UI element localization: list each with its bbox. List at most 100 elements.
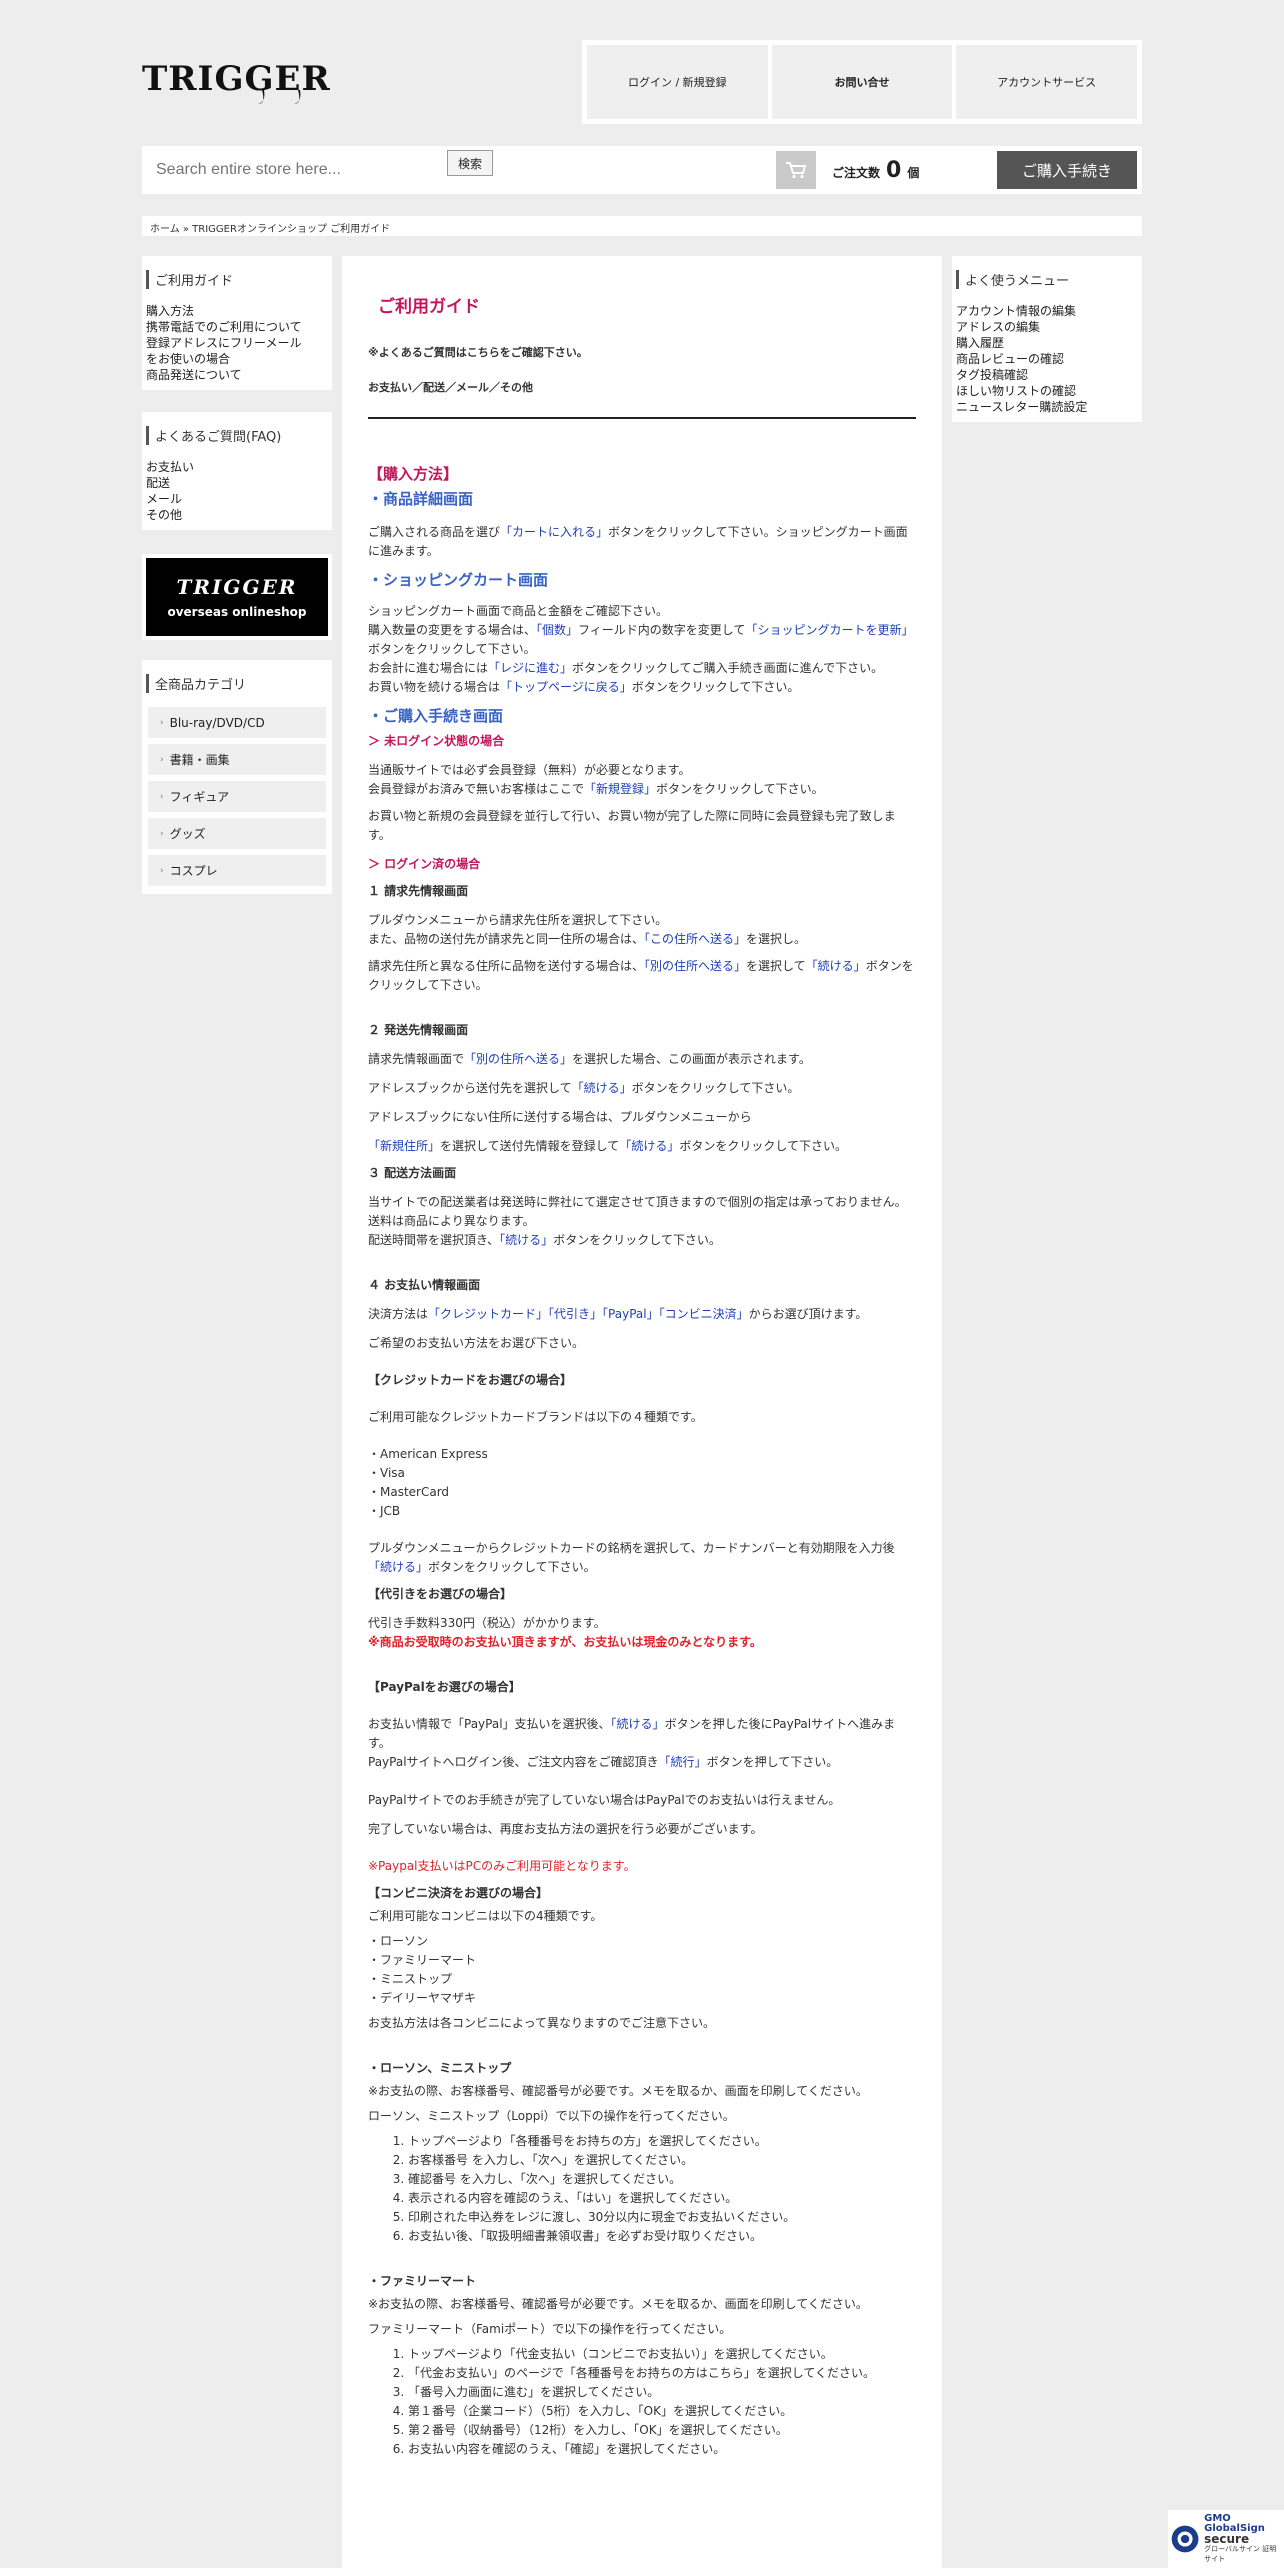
paragraph: 代引き手数料330円（税込）がかかります。 [368, 1616, 606, 1630]
inline-link[interactable]: 「PayPal」 [602, 1307, 659, 1321]
inline-link[interactable]: 「ショッピングカートを更新」 [745, 623, 913, 637]
quick-menu-link[interactable]: アドレスの編集 [956, 319, 1142, 335]
step-heading: ４ お支払い情報画面 [368, 1278, 481, 1292]
category-item[interactable]: › Blu-ray/DVD/CD [148, 707, 326, 738]
cart-icon[interactable] [776, 151, 816, 189]
account-service-button[interactable]: アカウントサービス [956, 45, 1138, 119]
inline-link[interactable]: 「代引き」 [548, 1307, 602, 1321]
inline-link[interactable]: 「続ける」 [572, 1081, 632, 1095]
list-item: 確認番号 を入力し、「次へ」を選択してください。 [408, 2170, 916, 2189]
list-item: お客様番号 を入力し、「次へ」を選択してください。 [408, 2151, 916, 2170]
category-item[interactable]: › コスプレ [148, 855, 326, 886]
step-heading: ２ 発送先情報画面 [368, 1023, 469, 1037]
globalsign-seal[interactable]: GMO GlobalSign secure グローバルサイン 証明サイト [1168, 2510, 1284, 2568]
inline-link[interactable]: 「続行」 [659, 1755, 707, 1769]
list-item: ・American Express [368, 1447, 488, 1461]
payment-heading: 【コンビニ決済をお選びの場合】 [368, 1886, 549, 1900]
seal-caption: グローバルサイン 証明サイト [1204, 2545, 1277, 2563]
quick-menu-link[interactable]: ニュースレター購読設定 [956, 399, 1142, 415]
inline-link[interactable]: 「個数」 [536, 623, 578, 637]
quick-menu-link[interactable]: ほしい物リストの確認 [956, 383, 1142, 399]
chevron-right-icon: › [160, 754, 164, 765]
cash-only-notice: ※商品お受取時のお支払い頂きますが、お支払いは現金のみとなります。 [368, 1635, 762, 1649]
faq-box: よくあるご質問(FAQ) お支払い 配送 メール その他 [142, 412, 332, 530]
guide-link[interactable]: 商品発送について [146, 367, 332, 383]
category-box: 全商品カテゴリ › Blu-ray/DVD/CD › 書籍・画集 › フィギュア › グ… [142, 660, 332, 894]
paragraph: 決済方法は「クレジットカード」「代引き」「PayPal」「コンビニ決済」からお選… [368, 1307, 868, 1321]
inline-link[interactable]: 「続ける」 [611, 1717, 665, 1731]
category-item[interactable]: › グッズ [148, 818, 326, 849]
chevron-right-icon: › [160, 828, 164, 839]
inline-link[interactable]: 「カートに入れる」 [500, 525, 608, 539]
store-heading: ・ローソン、ミニストップ [368, 2061, 512, 2075]
paragraph: ファミリーマート（Famiポート）で以下の操作を行ってください。 [368, 2322, 732, 2336]
faq-categories[interactable]: お支払い／配送／メール／その他 [368, 378, 916, 397]
checkout-button[interactable]: ご購入手続き [997, 151, 1137, 189]
site-logo[interactable]: TRIGGER [142, 59, 374, 106]
inline-link[interactable]: 「続ける」 [499, 1233, 553, 1247]
quick-menu-link[interactable]: 購入履歴 [956, 335, 1142, 351]
faq-note[interactable]: ※よくあるご質問はこちらをご確認下さい。 [368, 343, 916, 362]
overseas-banner[interactable]: TRIGGER overseas onlineshop [142, 554, 332, 640]
inline-link[interactable]: 「クレジットカード」 [428, 1307, 548, 1321]
sub-heading: ＞ 未ログイン状態の場合 [368, 734, 505, 748]
guide-link[interactable]: 登録アドレスにフリーメール [146, 335, 332, 351]
inline-link[interactable]: 「別の住所へ送る」 [464, 1052, 572, 1066]
card-brand-list: ・American Express ・Visa ・MasterCard ・JCB [368, 1445, 916, 1521]
category-item[interactable]: › フィギュア [148, 781, 326, 812]
paragraph: ご利用可能なコンビニは以下の4種類です。 [368, 1909, 603, 1923]
breadcrumb: ホーム » TRIGGERオンラインショップ ご利用ガイド [142, 216, 1142, 236]
cart-count-label: ご注文数 [832, 166, 881, 180]
faq-link[interactable]: お支払い [146, 459, 332, 475]
list-item: 第２番号（収納番号）（12桁）を入力し、「OK」を選択してください。 [408, 2421, 916, 2440]
inline-link[interactable]: 「レジに進む」 [488, 661, 572, 675]
inline-link[interactable]: 「この住所へ送る」 [644, 932, 746, 946]
inline-link[interactable]: 「続ける」 [368, 1560, 428, 1574]
paragraph: PayPalサイトでのお手続きが完了していない場合はPayPalでのお支払いは行… [368, 1793, 841, 1807]
lawson-steps: トップページより「各種番号をお持ちの方」を選択してください。 お客様番号 を入力… [368, 2132, 916, 2246]
store-heading: ・ファミリーマート [368, 2274, 477, 2288]
inline-link[interactable]: 「トップページに戻る」 [500, 680, 632, 694]
quick-menu-link[interactable]: 商品レビューの確認 [956, 351, 1142, 367]
faq-link[interactable]: 配送 [146, 475, 332, 491]
paragraph: プルダウンメニューからクレジットカードの銘柄を選択して、カードナンバーと有効期限… [368, 1541, 895, 1574]
payment-heading: 【PayPalをお選びの場合】 [368, 1680, 521, 1694]
paragraph: ※お支払の際、お客様番号、確認番号が必要です。メモを取るか、画面を印刷してくださ… [368, 2084, 868, 2098]
inline-link[interactable]: 「別の住所へ送る」 [644, 959, 746, 973]
faq-link[interactable]: メール [146, 491, 332, 507]
quick-menu-link[interactable]: アカウント情報の編集 [956, 303, 1142, 319]
step-heading: ３ 配送方法画面 [368, 1166, 457, 1180]
guide-link[interactable]: 携帯電話でのご利用について [146, 319, 332, 335]
login-register-button[interactable]: ログイン / 新規登録 [587, 45, 768, 119]
top-navigation: ログイン / 新規登録 お問い合せ アカウントサービス [582, 40, 1142, 124]
inline-link[interactable]: 「新規住所」 [368, 1139, 440, 1153]
inline-link[interactable]: 「新規登録」 [584, 782, 656, 796]
cart-count: ご注文数 0 個 [832, 158, 919, 183]
paragraph: ショッピングカート画面で商品と金額をご確認下さい。 購入数量の変更をする場合は、… [368, 604, 914, 694]
category-item[interactable]: › 書籍・画集 [148, 744, 326, 775]
faq-link[interactable]: その他 [146, 507, 332, 523]
quick-menu-link[interactable]: タグ投稿確認 [956, 367, 1142, 383]
contact-button[interactable]: お問い合せ [771, 45, 953, 119]
inline-link[interactable]: 「コンビニ決済」 [659, 1307, 749, 1321]
sub-heading: ＞ ログイン済の場合 [368, 857, 481, 871]
guide-link[interactable]: をお使いの場合 [146, 351, 332, 367]
list-item: ・ミニストップ [368, 1972, 453, 1986]
list-item: ・デイリーヤマザキ [368, 1991, 477, 2005]
inline-link[interactable]: 「続ける」 [619, 1139, 679, 1153]
list-item: ・ローソン [368, 1934, 429, 1948]
guide-link[interactable]: 購入方法 [146, 303, 332, 319]
section-heading: 【購入方法】 [368, 465, 459, 483]
guide-box: ご利用ガイド 購入方法 携帯電話でのご利用について 登録アドレスにフリーメール … [142, 256, 332, 390]
search-bar: 検索 ご注文数 0 個 ご購入手続き [142, 146, 1142, 194]
search-button[interactable]: 検索 [447, 150, 493, 176]
inline-link[interactable]: 「続ける」 [806, 959, 866, 973]
svg-text:TRIGGER: TRIGGER [142, 60, 331, 99]
paragraph: 請求先住所と異なる住所に品物を送付する場合は、「別の住所へ送る」を選択して「続け… [368, 959, 914, 992]
search-input[interactable] [148, 151, 448, 189]
divider [368, 417, 916, 419]
list-item: ・Visa [368, 1466, 405, 1480]
list-item: 「番号入力画面に進む」を選択してください。 [408, 2383, 916, 2402]
paragraph: ご希望のお支払い方法をお選び下さい。 [368, 1336, 585, 1350]
subsection-heading: ・商品詳細画面 [368, 490, 474, 508]
